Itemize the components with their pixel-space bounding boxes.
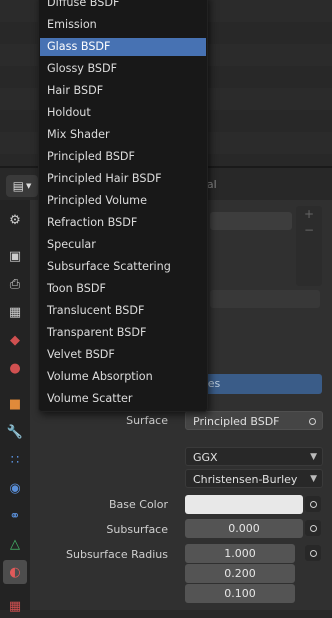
menu-item-translucent-bsdf[interactable]: Translucent BSDF [40,302,206,320]
subsurface-link-icon[interactable] [305,520,321,536]
chevron-down-icon: ▼ [310,452,317,462]
distribution-value: GGX [193,451,218,464]
surface-shader-dropdown[interactable]: Principled BSDF [185,411,323,430]
material-tab-icon[interactable]: ◐ [3,560,27,584]
chevron-down-icon: ▼ [310,474,317,484]
menu-item-refraction-bsdf[interactable]: Refraction BSDF [40,214,206,232]
subsurface-radius-label: Subsurface Radius [66,548,168,561]
output-tab-icon[interactable]: ⎙ [3,272,27,296]
menu-item-transparent-bsdf[interactable]: Transparent BSDF [40,324,206,342]
plus-icon[interactable]: + [296,206,322,222]
material-slot-list[interactable] [210,212,292,230]
view-layer-tab-icon[interactable]: ▦ [3,300,27,324]
surface-label: Surface [126,414,168,427]
texture-tab-icon[interactable]: ▦ [3,594,27,618]
minus-icon[interactable]: − [296,222,322,238]
menu-item-principled-hair-bsdf[interactable]: Principled Hair BSDF [40,170,206,188]
material-datablock-selector[interactable] [210,290,320,308]
menu-item-subsurface-scattering[interactable]: Subsurface Scattering [40,258,206,276]
shader-menu: Diffuse BSDF Emission Glass BSDF Glossy BSD… [38,0,208,412]
menu-item-diffuse-bsdf[interactable]: Diffuse BSDF [40,0,206,12]
distribution-dropdown[interactable]: GGX ▼ [185,447,323,466]
subsurface-method-value: Christensen-Burley [193,473,298,486]
menu-item-mix-shader[interactable]: Mix Shader [40,126,206,144]
subsurface-label: Subsurface [106,523,168,536]
properties-tabs: ⚙ ▣ ⎙ ▦ ◆ ● ■ 🔧 ∷ ◉ ⚭ △ ◐ ▦ [0,200,30,614]
chevron-down-icon: ▼ [25,182,32,190]
menu-item-glossy-bsdf[interactable]: Glossy BSDF [40,60,206,78]
base-color-swatch[interactable] [185,495,303,514]
menu-item-velvet-bsdf[interactable]: Velvet BSDF [40,346,206,364]
menu-item-specular[interactable]: Specular [40,236,206,254]
tool-tab-icon[interactable]: ⚙ [3,208,27,232]
physics-tab-icon[interactable]: ◉ [3,476,27,500]
menu-item-volume-scatter[interactable]: Volume Scatter [40,390,206,408]
particles-tab-icon[interactable]: ∷ [3,448,27,472]
menu-item-emission[interactable]: Emission [40,16,206,34]
subsurface-radius-x-field[interactable]: 1.000 [185,544,295,563]
editor-type-button[interactable]: ▤ ▼ [6,175,38,197]
modifier-tab-icon[interactable]: 🔧 [3,420,27,444]
base-color-link-icon[interactable] [305,496,321,512]
object-data-tab-icon[interactable]: △ [3,532,27,556]
properties-editor-icon: ▤ [12,179,24,193]
menu-item-glass-bsdf[interactable]: Glass BSDF [40,38,206,56]
menu-item-holdout[interactable]: Holdout [40,104,206,122]
menu-item-toon-bsdf[interactable]: Toon BSDF [40,280,206,298]
menu-item-principled-bsdf[interactable]: Principled BSDF [40,148,206,166]
node-link-icon[interactable] [304,413,320,429]
menu-item-principled-volume[interactable]: Principled Volume [40,192,206,210]
constraints-tab-icon[interactable]: ⚭ [3,504,27,528]
scene-tab-icon[interactable]: ◆ [3,328,27,352]
subsurface-radius-link-icon[interactable] [305,545,321,561]
object-tab-icon[interactable]: ■ [3,392,27,416]
menu-item-hair-bsdf[interactable]: Hair BSDF [40,82,206,100]
world-tab-icon[interactable]: ● [3,356,27,380]
base-color-label: Base Color [108,498,168,511]
surface-shader-value: Principled BSDF [193,415,280,428]
slot-side-buttons: + − [296,206,322,286]
render-tab-icon[interactable]: ▣ [3,244,27,268]
subsurface-method-dropdown[interactable]: Christensen-Burley ▼ [185,469,323,488]
subsurface-field[interactable]: 0.000 [185,519,303,538]
subsurface-radius-z-field[interactable]: 0.100 [185,584,295,603]
menu-item-volume-absorption[interactable]: Volume Absorption [40,368,206,386]
subsurface-radius-y-field[interactable]: 0.200 [185,564,295,583]
